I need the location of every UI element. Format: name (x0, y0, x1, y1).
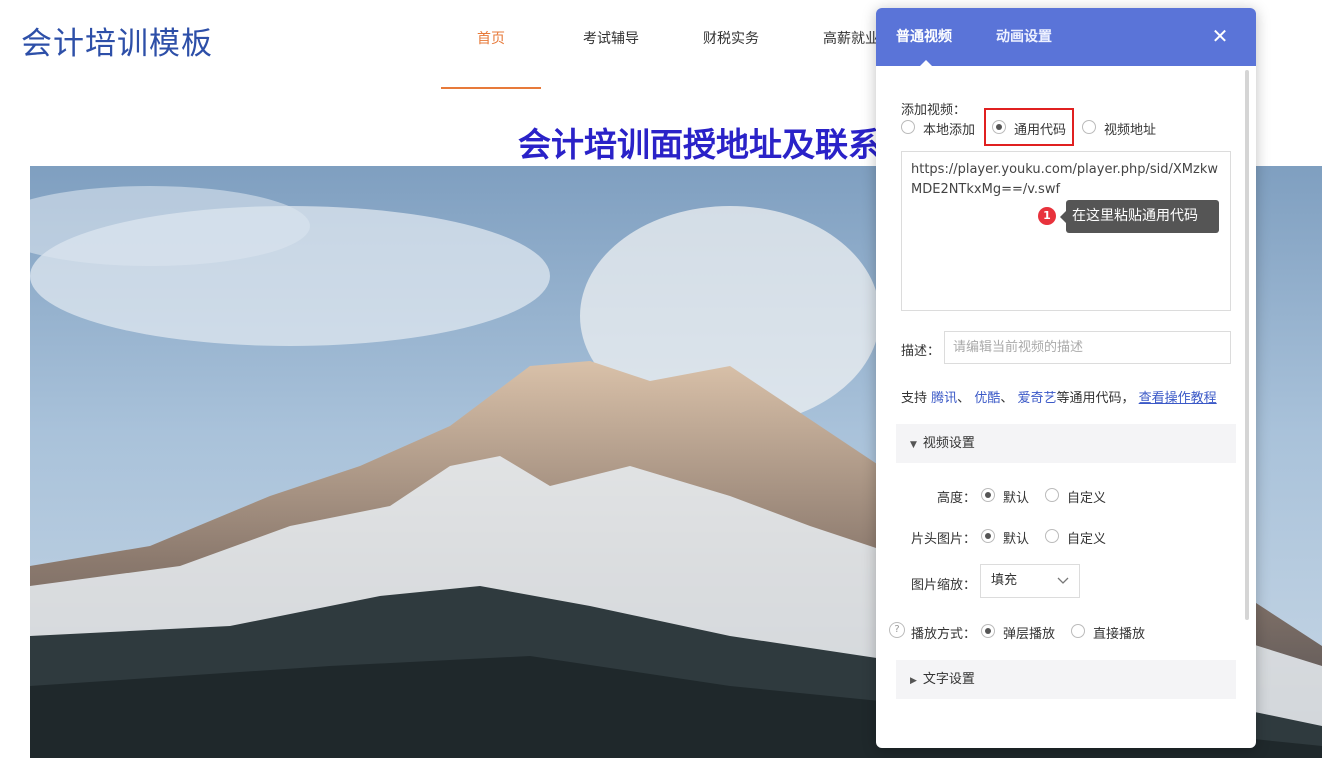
radio-local-label[interactable]: 本地添加 (923, 119, 975, 138)
help-icon[interactable]: ? (889, 622, 905, 638)
height-label: 高度： (937, 491, 977, 506)
radio-local[interactable] (901, 120, 915, 134)
nav-item-tax[interactable]: 财税实务 (681, 0, 781, 89)
desc-label: 描述： (901, 344, 941, 359)
add-video-label: 添加视频： (901, 103, 967, 118)
support-text: 支持 腾讯、 优酷、 爱奇艺等通用代码， 查看操作教程 (901, 387, 1217, 406)
active-tab-indicator (920, 60, 932, 66)
tab-animation-settings[interactable]: 动画设置 (996, 8, 1052, 66)
panel-header: 普通视频 动画设置 ✕ (876, 8, 1256, 66)
separator: 、 (1000, 391, 1014, 406)
radio-height-custom-label[interactable]: 自定义 (1067, 487, 1106, 506)
video-settings-panel: 普通视频 动画设置 ✕ 添加视频： 本地添加 通用代码 视频地址 https:/… (876, 8, 1256, 748)
scale-label: 图片缩放： (911, 578, 977, 593)
chevron-down-icon (1057, 577, 1069, 584)
radio-cover-default[interactable] (981, 529, 995, 543)
radio-cover-custom-label[interactable]: 自定义 (1067, 528, 1106, 547)
text-settings-section[interactable]: ▶ 文字设置 (896, 660, 1236, 699)
site-logo[interactable]: 会计培训模板 (21, 18, 213, 63)
cover-label: 片头图片： (911, 532, 977, 547)
radio-embed-code[interactable] (992, 120, 1006, 134)
play-label: 播放方式： (911, 627, 977, 642)
radio-play-direct[interactable] (1071, 624, 1085, 638)
video-settings-section[interactable]: ▼ 视频设置 (896, 424, 1236, 463)
caret-down-icon: ▼ (910, 440, 917, 450)
radio-height-custom[interactable] (1045, 488, 1059, 502)
nav-item-home[interactable]: 首页 (441, 0, 541, 89)
link-tencent[interactable]: 腾讯 (931, 391, 957, 406)
separator: 、 (957, 391, 971, 406)
close-icon[interactable]: ✕ (1210, 26, 1230, 46)
radio-height-default[interactable] (981, 488, 995, 502)
radio-cover-custom[interactable] (1045, 529, 1059, 543)
video-settings-title: 视频设置 (922, 436, 975, 451)
radio-video-url[interactable] (1082, 120, 1096, 134)
link-iqiyi[interactable]: 爱奇艺 (1018, 391, 1057, 406)
radio-play-popup-label[interactable]: 弹层播放 (1003, 623, 1055, 642)
radio-video-url-label[interactable]: 视频地址 (1104, 119, 1156, 138)
tab-normal-video[interactable]: 普通视频 (896, 8, 952, 66)
radio-cover-default-label[interactable]: 默认 (1003, 528, 1029, 547)
caret-right-icon: ▶ (910, 676, 917, 686)
support-prefix: 支持 (901, 391, 928, 406)
radio-height-default-label[interactable]: 默认 (1003, 487, 1029, 506)
tooltip: 在这里粘贴通用代码 (1060, 200, 1219, 233)
tutorial-link[interactable]: 查看操作教程 (1139, 391, 1217, 406)
link-youku[interactable]: 优酷 (974, 391, 1000, 406)
scale-select-value: 填充 (991, 573, 1018, 588)
step-badge: 1 (1038, 207, 1056, 225)
nav-item-exam[interactable]: 考试辅导 (561, 0, 661, 89)
hero-title: 会计培训面授地址及联系方式 (518, 125, 878, 164)
radio-play-popup[interactable] (981, 624, 995, 638)
text-settings-title: 文字设置 (922, 672, 975, 687)
radio-embed-code-label[interactable]: 通用代码 (1014, 119, 1066, 138)
desc-input[interactable]: 请编辑当前视频的描述 (944, 331, 1231, 364)
scale-select[interactable]: 填充 (980, 564, 1080, 598)
panel-scrollbar[interactable] (1245, 70, 1249, 620)
support-suffix: 等通用代码， (1056, 391, 1135, 406)
radio-play-direct-label[interactable]: 直接播放 (1093, 623, 1145, 642)
